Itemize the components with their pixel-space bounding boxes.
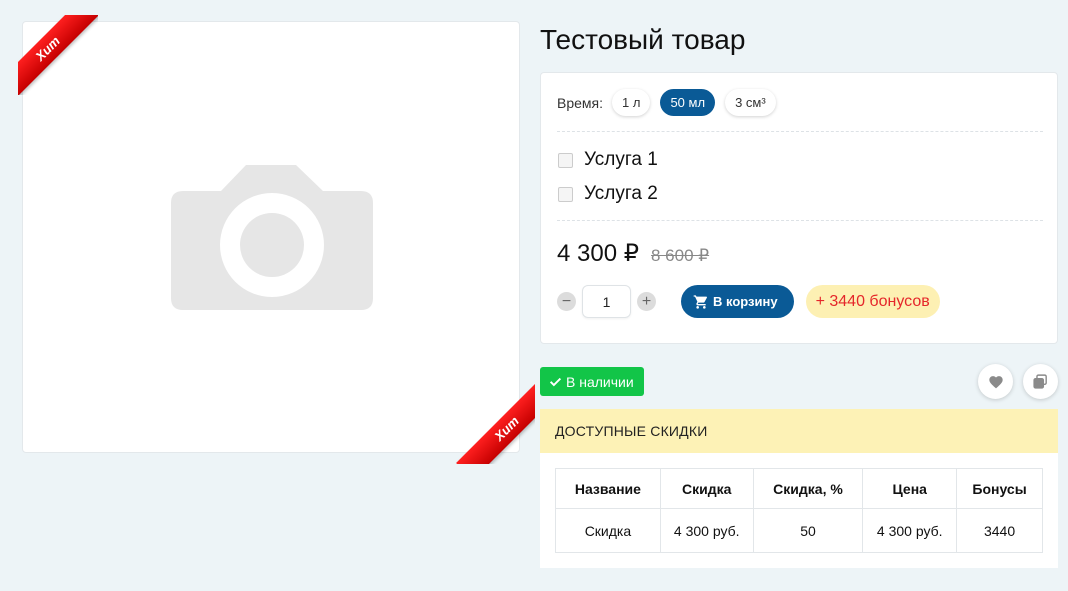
table-cell: 50	[752, 508, 864, 553]
time-option-3cm3[interactable]: 3 см³	[725, 89, 776, 116]
column-header: Бонусы	[956, 468, 1043, 509]
hit-badge-label: Хит	[456, 384, 535, 464]
service-2-label: Услуга 2	[584, 183, 658, 204]
check-icon	[549, 377, 562, 387]
service-option-2[interactable]: Услуга 2	[558, 183, 658, 205]
heart-icon	[988, 376, 1003, 389]
product-title: Тестовый товар	[540, 24, 746, 55]
compare-button[interactable]	[1023, 364, 1058, 399]
plus-icon[interactable]: +	[637, 292, 656, 311]
table-row: Скидка 4 300 руб. 50 4 300 руб. 3440	[555, 508, 1043, 553]
add-to-cart-button[interactable]: В корзину	[681, 285, 794, 318]
cart-icon	[693, 294, 708, 309]
favorite-button[interactable]	[978, 364, 1013, 399]
column-header: Название	[555, 468, 661, 509]
table-cell: 4 300 руб.	[862, 508, 958, 553]
discounts-section: ДОСТУПНЫЕ СКИДКИ Название Скидка Скидка,…	[540, 409, 1058, 568]
time-option-50ml[interactable]: 50 мл	[660, 89, 716, 116]
time-selector: Время: 1 л 50 мл 3 см³	[557, 89, 786, 116]
product-image-panel[interactable]: Хит Хит	[18, 15, 535, 464]
buy-row: − 1 + В корзину + 3440 бонусов	[557, 285, 940, 318]
hit-ribbon-bottom-right: Хит	[455, 384, 535, 464]
discounts-header: ДОСТУПНЫЕ СКИДКИ	[540, 409, 1058, 453]
discounts-table: Название Скидка Скидка, % Цена Бонусы Ск…	[555, 468, 1043, 553]
old-price: 8 600 ₽	[651, 246, 710, 265]
table-header-row: Название Скидка Скидка, % Цена Бонусы	[555, 468, 1043, 509]
table-cell: 3440	[956, 508, 1043, 553]
minus-icon[interactable]: −	[557, 292, 576, 311]
in-stock-badge: В наличии	[540, 367, 644, 396]
in-stock-label: В наличии	[566, 373, 634, 390]
cart-button-label: В корзину	[713, 294, 778, 309]
column-header: Цена	[862, 468, 958, 509]
quantity-input[interactable]: 1	[582, 285, 631, 318]
column-header: Скидка	[659, 468, 754, 509]
time-label: Время:	[557, 94, 604, 111]
service-option-1[interactable]: Услуга 1	[558, 149, 658, 171]
compare-icon	[1033, 374, 1047, 389]
service-1-label: Услуга 1	[584, 149, 658, 170]
camera-icon	[171, 165, 373, 310]
product-options-card: Время: 1 л 50 мл 3 см³ Услуга 1 Услуга 2…	[540, 72, 1058, 344]
table-cell: Скидка	[555, 508, 661, 553]
current-price: 4 300 ₽	[557, 240, 639, 267]
divider	[557, 131, 1043, 132]
service-1-checkbox[interactable]	[558, 152, 573, 168]
time-option-1l[interactable]: 1 л	[612, 89, 651, 116]
hit-badge-label: Хит	[18, 15, 98, 95]
price-row: 4 300 ₽ 8 600 ₽	[557, 239, 709, 268]
service-2-checkbox[interactable]	[558, 186, 573, 202]
divider	[557, 220, 1043, 221]
bonus-badge: + 3440 бонусов	[805, 285, 940, 318]
column-header: Скидка, %	[752, 468, 864, 509]
table-cell: 4 300 руб.	[659, 508, 754, 553]
hit-ribbon-top-left: Хит	[18, 15, 98, 95]
